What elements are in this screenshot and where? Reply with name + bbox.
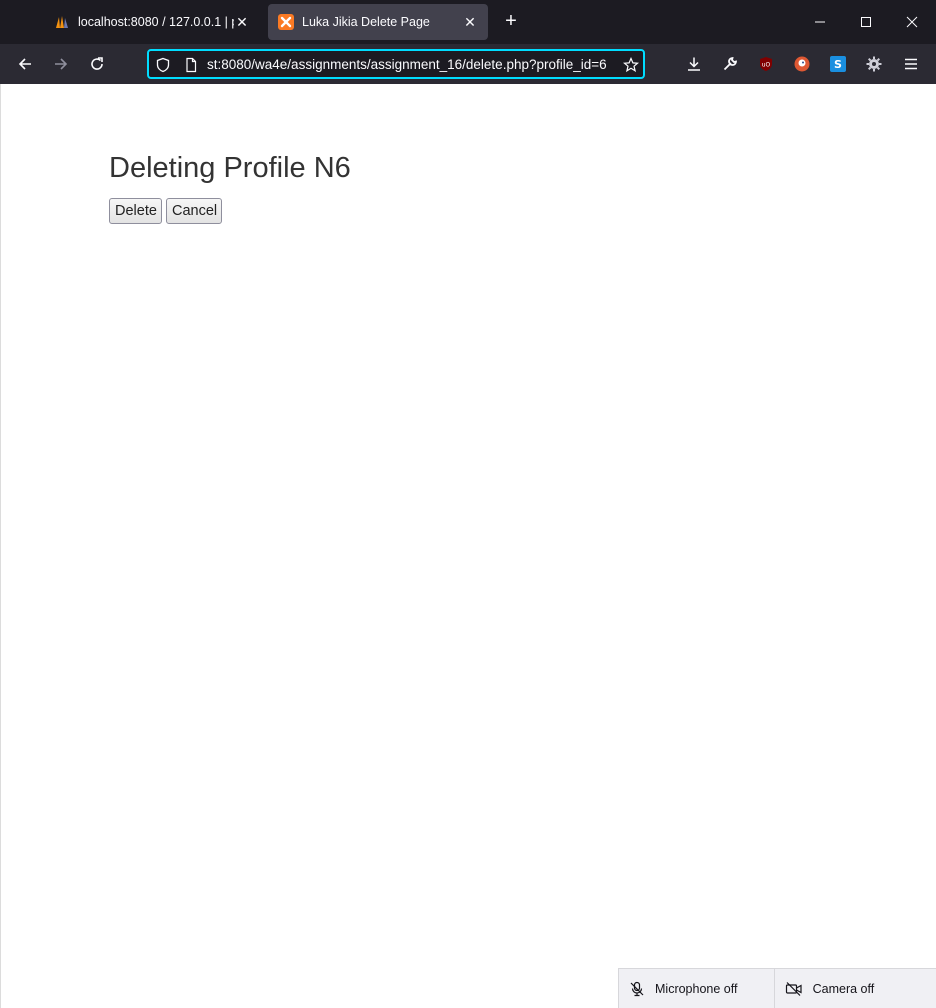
phpmyadmin-icon bbox=[56, 16, 68, 28]
back-icon[interactable] bbox=[11, 50, 39, 78]
menu-icon[interactable] bbox=[903, 56, 919, 72]
xampp-icon bbox=[278, 14, 294, 30]
ublock-icon[interactable]: uO bbox=[758, 56, 774, 72]
page-info-icon[interactable] bbox=[183, 57, 199, 73]
skype-extension-icon[interactable]: S bbox=[830, 56, 846, 72]
gear-icon[interactable] bbox=[866, 56, 882, 72]
media-sharing-bar: Microphone off Camera off bbox=[618, 968, 936, 1008]
url-input[interactable] bbox=[207, 54, 617, 74]
page-title: Deleting Profile N6 bbox=[109, 152, 351, 184]
svg-text:uO: uO bbox=[762, 62, 771, 69]
maximize-icon[interactable] bbox=[846, 6, 886, 38]
camera-off-icon bbox=[785, 981, 802, 996]
tab-title: localhost:8080 / 127.0.0.1 | phpM bbox=[78, 15, 234, 29]
close-tab-icon[interactable]: ✕ bbox=[234, 14, 250, 31]
minimize-icon[interactable] bbox=[800, 6, 840, 38]
browser-window: localhost:8080 / 127.0.0.1 | phpM ✕ Luka… bbox=[0, 0, 936, 1008]
tab-phpmyadmin[interactable]: localhost:8080 / 127.0.0.1 | phpM ✕ bbox=[44, 4, 260, 40]
tab-delete-page[interactable]: Luka Jikia Delete Page ✕ bbox=[268, 4, 488, 40]
bookmark-star-icon[interactable] bbox=[623, 57, 639, 73]
microphone-label: Microphone off bbox=[655, 981, 738, 996]
tab-strip: localhost:8080 / 127.0.0.1 | phpM ✕ Luka… bbox=[0, 0, 936, 44]
svg-text:S: S bbox=[834, 58, 842, 71]
page-content: Deleting Profile N6 Delete Cancel bbox=[0, 84, 936, 1008]
forward-icon[interactable] bbox=[47, 50, 75, 78]
camera-toggle[interactable]: Camera off bbox=[775, 969, 936, 1008]
tab-title: Luka Jikia Delete Page bbox=[302, 15, 430, 29]
shield-icon[interactable] bbox=[155, 57, 171, 73]
new-tab-icon[interactable]: + bbox=[500, 10, 522, 32]
microphone-toggle[interactable]: Microphone off bbox=[619, 969, 775, 1008]
close-window-icon[interactable] bbox=[892, 6, 932, 38]
wrench-icon[interactable] bbox=[722, 56, 738, 72]
downloads-icon[interactable] bbox=[686, 56, 702, 72]
duckduckgo-icon[interactable] bbox=[794, 56, 810, 72]
camera-label: Camera off bbox=[812, 981, 875, 996]
microphone-off-icon bbox=[630, 981, 644, 996]
cancel-button[interactable]: Cancel bbox=[166, 198, 222, 224]
url-bar[interactable] bbox=[147, 49, 645, 79]
delete-button[interactable]: Delete bbox=[109, 198, 162, 224]
navigation-toolbar: uO S bbox=[0, 44, 936, 84]
reload-icon[interactable] bbox=[83, 50, 111, 78]
close-tab-icon[interactable]: ✕ bbox=[462, 14, 478, 31]
